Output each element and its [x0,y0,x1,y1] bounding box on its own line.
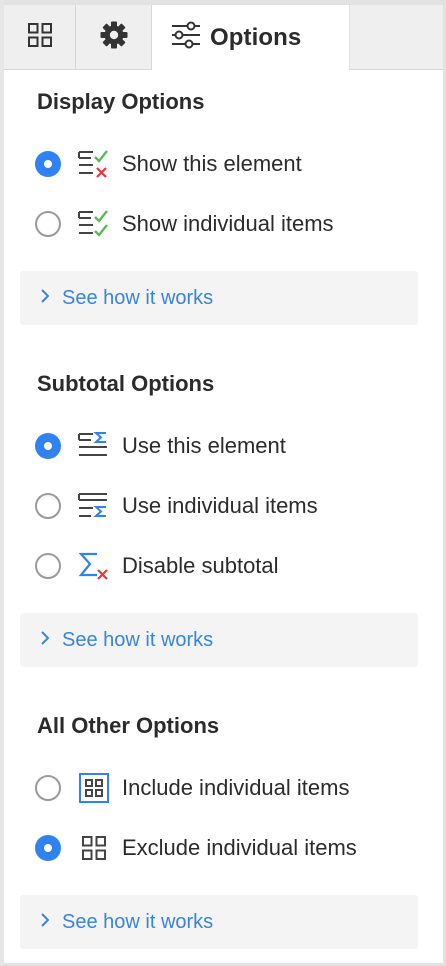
radio-exclude-individual-items[interactable] [35,835,61,861]
see-how-it-works-label: See how it works [62,286,214,309]
radio-include-individual-items[interactable] [35,775,61,801]
option-label: Include individual items [122,775,350,800]
see-how-it-works-display[interactable]: See how it works [20,271,418,325]
option-use-this-element[interactable]: Use this element [35,426,286,466]
sigma-x-icon [76,548,112,584]
options-panel: Options Display Options Show this elemen… [0,0,446,966]
option-label: Show this element [122,151,302,176]
chevron-right-icon [40,630,50,651]
list-double-check-icon [76,206,112,242]
grid-icon [76,830,112,866]
section-title-subtotal: Subtotal Options [37,371,215,396]
option-label: Use individual items [122,493,318,518]
grid-boxed-icon [76,770,112,806]
option-exclude-individual-items[interactable]: Exclude individual items [35,828,357,868]
tab-options[interactable]: Options [152,5,350,70]
option-show-this-element[interactable]: Show this element [35,144,302,184]
radio-show-this-element[interactable] [35,151,61,177]
sliders-icon [170,20,202,55]
option-include-individual-items[interactable]: Include individual items [35,768,349,808]
see-how-it-works-label: See how it works [62,910,214,933]
see-how-it-works-other[interactable]: See how it works [20,895,418,949]
radio-use-individual-items[interactable] [35,493,61,519]
radio-use-this-element[interactable] [35,433,61,459]
radio-disable-subtotal[interactable] [35,553,61,579]
option-label: Show individual items [122,211,334,236]
tab-bar: Options [4,0,443,70]
option-disable-subtotal[interactable]: Disable subtotal [35,546,279,586]
option-label: Disable subtotal [122,553,279,578]
option-label: Use this element [122,433,286,458]
chevron-right-icon [40,912,50,933]
section-title-display: Display Options [37,89,205,114]
gear-icon [99,20,129,55]
see-how-it-works-subtotal[interactable]: See how it works [20,613,418,667]
list-check-x-icon [76,146,112,182]
tab-bar-filler [350,5,443,69]
tab-grid[interactable] [4,5,76,69]
list-sigma-top-icon [76,428,112,464]
section-title-other: All Other Options [37,713,220,738]
list-sigma-bottom-icon [76,488,112,524]
chevron-right-icon [40,288,50,309]
tab-options-label: Options [210,23,302,51]
tab-settings[interactable] [76,5,152,69]
grid-icon [27,22,53,53]
see-how-it-works-label: See how it works [62,628,214,651]
option-show-individual-items[interactable]: Show individual items [35,204,334,244]
radio-show-individual-items[interactable] [35,211,61,237]
option-use-individual-items[interactable]: Use individual items [35,486,318,526]
option-label: Exclude individual items [122,835,357,860]
